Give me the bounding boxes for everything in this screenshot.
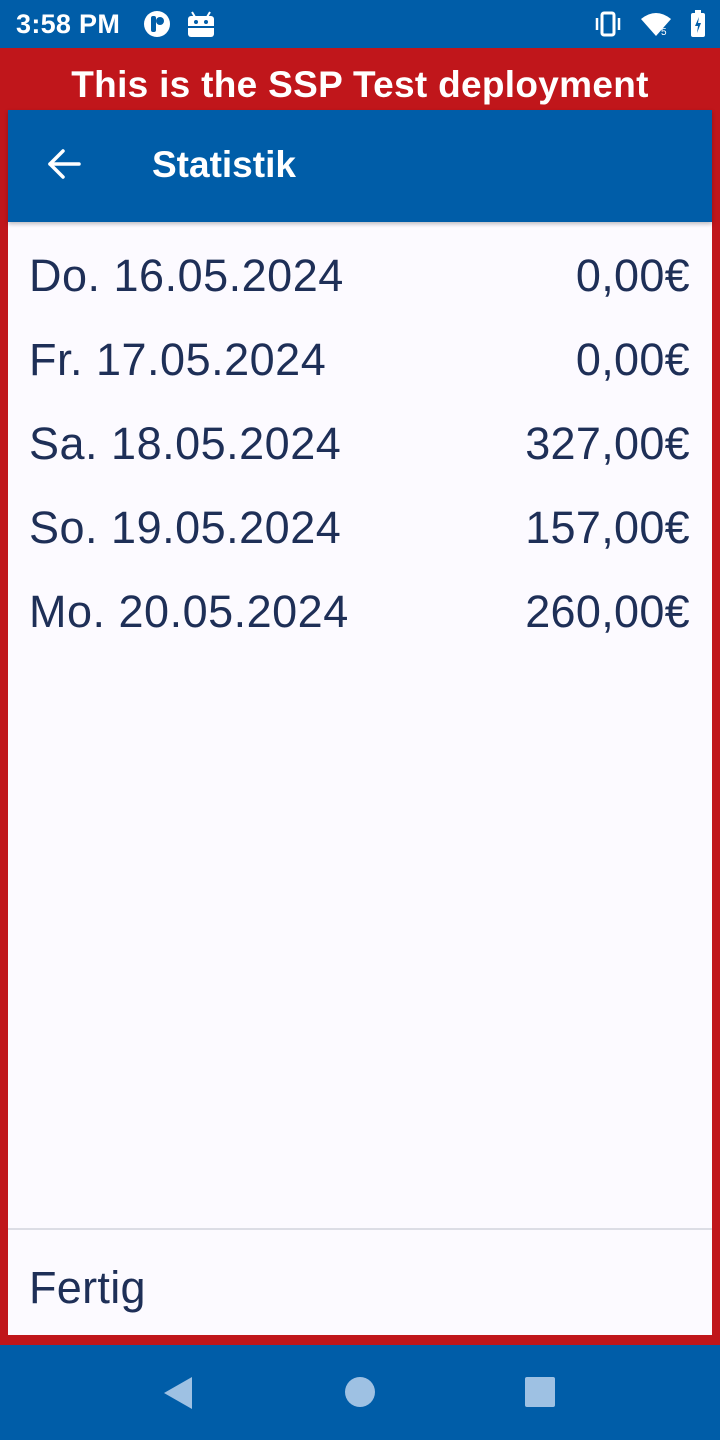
stat-date: Fr. 17.05.2024 — [29, 334, 327, 385]
statistics-list-panel: Do. 16.05.2024 0,00€ Fr. 17.05.2024 0,00… — [8, 222, 712, 1335]
nav-home-icon[interactable] — [344, 1375, 376, 1416]
list-item: Mo. 20.05.2024 260,00€ — [8, 558, 712, 642]
back-button[interactable] — [38, 140, 90, 192]
svg-text:5: 5 — [661, 27, 667, 37]
done-button[interactable]: Fertig — [29, 1262, 146, 1314]
android-debug-icon — [186, 9, 216, 44]
wifi-icon: 5 — [640, 11, 672, 42]
list-item: Sa. 18.05.2024 327,00€ — [8, 390, 712, 474]
stat-date: So. 19.05.2024 — [29, 502, 342, 553]
stat-amount: 327,00€ — [525, 418, 690, 469]
stat-date: Do. 16.05.2024 — [29, 250, 344, 301]
arrow-back-icon — [46, 146, 82, 187]
stat-amount: 260,00€ — [525, 586, 690, 637]
app-notification-icon — [142, 9, 172, 44]
battery-charging-icon — [690, 10, 706, 43]
stat-date: Sa. 18.05.2024 — [29, 418, 342, 469]
list-item: So. 19.05.2024 157,00€ — [8, 474, 712, 558]
vibrate-icon — [594, 11, 622, 42]
stat-amount: 0,00€ — [575, 334, 690, 385]
page-title: Statistik — [152, 144, 296, 185]
status-bar: 3:58 PM 5 — [0, 0, 720, 48]
stat-amount: 0,00€ — [575, 250, 690, 301]
stat-date: Mo. 20.05.2024 — [29, 586, 349, 637]
system-nav-bar — [0, 1345, 720, 1440]
stat-amount: 157,00€ — [525, 502, 690, 553]
list-item: Fr. 17.05.2024 0,00€ — [8, 306, 712, 390]
deployment-banner: This is the SSP Test deployment — [71, 64, 649, 105]
nav-back-icon[interactable] — [162, 1375, 194, 1416]
app-bar: Statistik — [8, 110, 712, 222]
list-item: Do. 16.05.2024 0,00€ — [8, 222, 712, 306]
statistics-list: Do. 16.05.2024 0,00€ Fr. 17.05.2024 0,00… — [8, 222, 712, 642]
footer-divider — [8, 1228, 712, 1230]
status-time: 3:58 PM — [16, 9, 121, 39]
nav-recents-icon[interactable] — [524, 1375, 556, 1416]
